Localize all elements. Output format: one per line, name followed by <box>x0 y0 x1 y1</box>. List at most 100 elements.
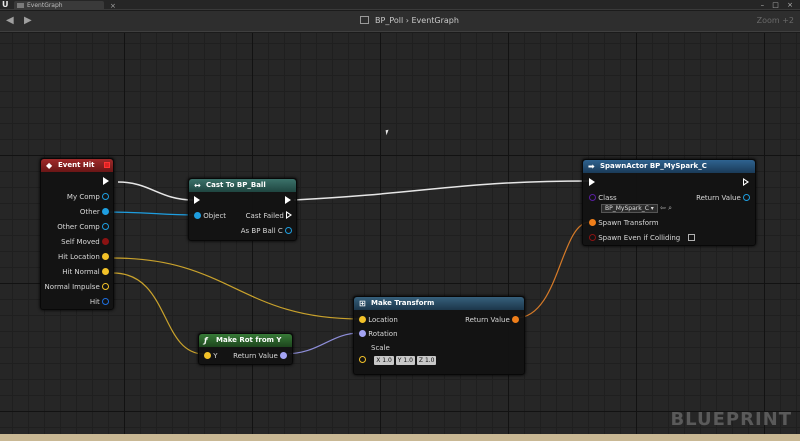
pin-as-bp-ball[interactable]: As BP Ball C <box>241 225 292 237</box>
mouse-cursor-icon <box>385 129 390 136</box>
object-pin-icon[interactable] <box>743 194 750 201</box>
class-value-row[interactable]: BP_MySpark_C ▾ ⇦ ⌕ <box>601 202 672 214</box>
exec-in-pin[interactable] <box>194 195 200 207</box>
scale-y-field[interactable]: Y 1.0 <box>395 356 415 365</box>
pin-my-comp[interactable]: My Comp <box>67 191 109 203</box>
breadcrumb-bar: ◀ ▶ BP_Poll › EventGraph Zoom +2 <box>0 11 800 32</box>
tab-eventgraph[interactable]: EventGraph × <box>14 1 116 10</box>
pin-hit-location[interactable]: Hit Location <box>58 251 109 263</box>
make-rot-title: Make Rot from Y <box>216 336 282 344</box>
object-pin-icon[interactable] <box>102 223 109 230</box>
breadcrumb-blueprint[interactable]: BP_Poll <box>375 16 403 25</box>
exec-out-icon[interactable] <box>103 177 109 185</box>
object-pin-icon[interactable] <box>194 212 201 219</box>
pin-hit-normal[interactable]: Hit Normal <box>62 266 109 278</box>
transform-pin-icon[interactable] <box>512 316 519 323</box>
pin-label: Return Value <box>233 352 278 360</box>
class-select[interactable]: BP_MySpark_C ▾ <box>601 204 658 213</box>
tab-label: EventGraph <box>27 2 63 9</box>
pin-label: Return Value <box>465 316 510 324</box>
exec-out-pin[interactable] <box>743 177 749 189</box>
pin-return-value[interactable]: Return Value <box>233 350 287 362</box>
exec-out-pin[interactable] <box>285 195 291 207</box>
object-pin-icon[interactable] <box>102 208 109 215</box>
pin-y[interactable]: Y <box>204 350 218 362</box>
pin-hit[interactable]: Hit <box>90 296 109 308</box>
event-hit-title: Event Hit <box>58 161 95 169</box>
transform-pin-icon[interactable] <box>589 219 596 226</box>
vector-pin-icon[interactable] <box>102 268 109 275</box>
graph-canvas[interactable]: ◆ Event Hit My Comp Other Other Comp Sel… <box>0 33 800 434</box>
event-hit-header[interactable]: ◆ Event Hit <box>41 159 113 172</box>
make-rot-node[interactable]: ƒ Make Rot from Y Y Return Value <box>198 333 293 365</box>
breadcrumb-graph[interactable]: EventGraph <box>412 16 459 25</box>
pin-scale[interactable]: X 1.0 Y 1.0 Z 1.0 <box>359 354 438 366</box>
tab-close-icon[interactable]: × <box>110 1 116 11</box>
pin-label: Cast Failed <box>245 212 284 220</box>
struct-pin-icon[interactable] <box>102 298 109 305</box>
pin-label: Spawn Transform <box>598 219 659 227</box>
forward-arrow-icon[interactable]: ▶ <box>24 15 32 26</box>
cast-to-title: Cast To BP_Ball <box>206 181 266 189</box>
vector-pin-icon[interactable] <box>102 283 109 290</box>
function-icon: ➡ <box>588 162 595 171</box>
spawn-actor-header[interactable]: ➡ SpawnActor BP_MySpark_C <box>583 160 755 173</box>
make-rot-header[interactable]: ƒ Make Rot from Y <box>199 334 292 347</box>
rotator-wire-rot-to-transform <box>283 332 361 355</box>
class-pin-icon[interactable] <box>589 194 596 201</box>
vector-pin-icon[interactable] <box>359 356 366 363</box>
cast-to-header[interactable]: ↔ Cast To BP_Ball <box>189 179 296 192</box>
object-pin-icon[interactable] <box>285 227 292 234</box>
pin-spawn-transform[interactable]: Spawn Transform <box>589 217 659 229</box>
pin-rotation[interactable]: Rotation <box>359 328 398 340</box>
bool-pin-icon[interactable] <box>102 238 109 245</box>
pin-cast-failed[interactable]: Cast Failed <box>246 210 292 222</box>
vector-pin-icon[interactable] <box>102 253 109 260</box>
pin-label: Object <box>203 212 227 220</box>
cast-to-node[interactable]: ↔ Cast To BP_Ball Object Cast Failed As … <box>188 178 297 241</box>
browse-search-icon[interactable]: ⌕ <box>668 204 672 212</box>
function-f-icon: ƒ <box>204 336 208 345</box>
window-controls[interactable]: – □ × <box>761 0 796 10</box>
pin-location[interactable]: Location <box>359 314 398 326</box>
exec-out-icon[interactable] <box>285 196 291 204</box>
make-transform-header[interactable]: ⊞ Make Transform <box>354 297 524 310</box>
make-struct-icon: ⊞ <box>359 299 366 308</box>
vector-pin-icon[interactable] <box>204 352 211 359</box>
rotator-pin-icon[interactable] <box>359 330 366 337</box>
pin-other-comp[interactable]: Other Comp <box>57 221 109 233</box>
exec-wire-hit-to-cast <box>117 181 194 201</box>
spawn-actor-node[interactable]: ➡ SpawnActor BP_MySpark_C Class BP_MySpa… <box>582 159 756 246</box>
pin-label: Return Value <box>696 194 741 202</box>
make-transform-node[interactable]: ⊞ Make Transform Location Return Value R… <box>353 296 525 375</box>
exec-in-icon[interactable] <box>194 196 200 204</box>
pin-label: Y <box>213 352 218 360</box>
back-arrow-icon[interactable]: ◀ <box>6 15 14 26</box>
spawn-even-checkbox[interactable] <box>688 234 696 241</box>
vector-pin-icon[interactable] <box>359 316 366 323</box>
blueprint-watermark: BLUEPRINT <box>670 409 792 430</box>
pin-return-value[interactable]: Return Value <box>465 314 519 326</box>
pin-return-value[interactable]: Return Value <box>696 192 750 204</box>
exec-wire-cast-to-spawn <box>293 180 590 201</box>
pin-object[interactable]: Object <box>194 210 226 222</box>
pin-label: As BP Ball C <box>240 227 283 235</box>
event-delegate-icon[interactable] <box>104 162 110 168</box>
exec-out-pin[interactable] <box>103 176 109 188</box>
browse-arrow-icon[interactable]: ⇦ <box>660 204 666 212</box>
exec-out-icon[interactable] <box>743 178 749 186</box>
object-pin-icon[interactable] <box>102 193 109 200</box>
cast-arrows-icon: ↔ <box>194 181 201 190</box>
exec-out-icon[interactable] <box>286 211 292 219</box>
pin-spawn-even[interactable]: Spawn Even if Colliding <box>589 232 696 244</box>
bool-pin-icon[interactable] <box>589 234 596 241</box>
pin-self-moved[interactable]: Self Moved <box>61 236 109 248</box>
event-hit-node[interactable]: ◆ Event Hit My Comp Other Other Comp Sel… <box>40 158 114 310</box>
exec-in-pin[interactable] <box>589 177 595 189</box>
pin-normal-impulse[interactable]: Normal Impulse <box>45 281 109 293</box>
scale-x-field[interactable]: X 1.0 <box>374 356 394 365</box>
scale-z-field[interactable]: Z 1.0 <box>416 356 437 365</box>
exec-in-icon[interactable] <box>589 178 595 186</box>
rotator-pin-icon[interactable] <box>280 352 287 359</box>
pin-other[interactable]: Other <box>80 206 109 218</box>
